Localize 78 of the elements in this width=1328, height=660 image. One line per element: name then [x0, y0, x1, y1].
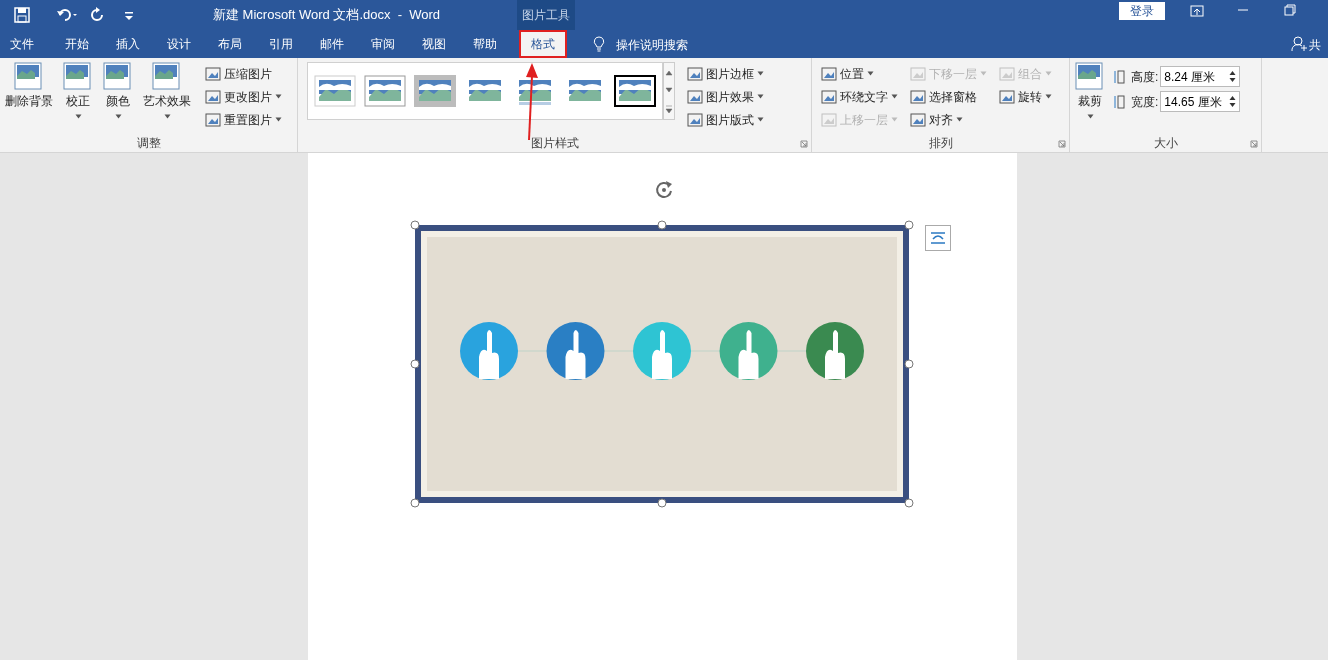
ribbon-large-button[interactable]: 裁剪 — [1073, 62, 1107, 119]
button-icon — [821, 111, 837, 128]
picture-icon — [63, 62, 93, 92]
ribbon-button[interactable]: 旋转 — [999, 85, 1052, 108]
dialog-launcher-icon[interactable] — [800, 140, 808, 148]
ribbon-tab[interactable]: 审阅 — [371, 30, 395, 58]
ribbon-tab[interactable]: 引用 — [269, 30, 293, 58]
ribbon-tab[interactable]: 开始 — [65, 30, 89, 58]
button-icon — [910, 65, 926, 82]
ribbon-display-icon[interactable] — [1190, 5, 1204, 17]
ribbon-tab[interactable]: 布局 — [218, 30, 242, 58]
picture-style-thumbnail[interactable] — [364, 75, 406, 107]
dialog-launcher-icon[interactable] — [1250, 140, 1258, 148]
share-button[interactable]: 共 — [1309, 36, 1321, 54]
ribbon-tab[interactable]: 设计 — [167, 30, 191, 58]
tell-me-search[interactable]: 操作说明搜索 — [616, 36, 688, 54]
ribbon-button[interactable]: 压缩图片 — [205, 62, 282, 85]
login-button[interactable]: 登录 — [1119, 2, 1165, 20]
field-label: 宽度: — [1131, 93, 1159, 111]
redo-icon[interactable] — [90, 7, 106, 23]
ribbon-button[interactable]: 位置 — [821, 62, 898, 85]
person-add-icon[interactable] — [1291, 36, 1307, 52]
group-label: 图片样式 — [530, 135, 579, 152]
picture-style-thumbnail[interactable] — [414, 75, 456, 107]
restore-icon[interactable] — [1284, 4, 1296, 16]
spin-arrows-icon[interactable] — [1229, 95, 1237, 108]
picture-icon — [1075, 62, 1105, 92]
field-label: 高度: — [1131, 68, 1159, 86]
ribbon-tab[interactable]: 格式 — [519, 30, 567, 58]
group-label: 调整 — [136, 135, 161, 152]
ribbon-button[interactable]: 重置图片 — [205, 108, 282, 131]
ribbon-button[interactable]: 环绕文字 — [821, 85, 898, 108]
ribbon-button[interactable]: 图片效果 — [687, 85, 764, 108]
group-label: 大小 — [1153, 135, 1178, 152]
layout-options-icon[interactable] — [924, 225, 951, 251]
customize-toolbar-icon[interactable] — [124, 9, 134, 21]
button-icon — [999, 88, 1015, 105]
button-icon — [205, 111, 221, 128]
window-title: 新建 Microsoft Word 文档.docx - Word — [213, 6, 441, 25]
button-icon — [999, 65, 1015, 82]
picture-style-thumbnail[interactable] — [614, 75, 656, 107]
button-icon — [910, 111, 926, 128]
gallery-scroll-icon[interactable] — [663, 62, 675, 120]
button-icon — [910, 88, 926, 105]
ribbon-large-button[interactable]: 删除背景 — [3, 62, 55, 110]
spin-arrows-icon[interactable] — [1229, 70, 1237, 83]
ribbon-tab[interactable]: 帮助 — [473, 30, 497, 58]
ribbon-button[interactable]: 图片版式 — [687, 108, 764, 131]
ribbon-tab[interactable]: 插入 — [116, 30, 140, 58]
ribbon-button[interactable]: 对齐 — [910, 108, 987, 131]
spin-field[interactable]: 14.65 厘米 — [1160, 91, 1241, 112]
save-icon[interactable] — [14, 7, 30, 23]
contextual-tab-label: 图片工具 — [517, 0, 575, 30]
dialog-launcher-icon[interactable] — [1058, 140, 1066, 148]
picture-icon — [103, 62, 133, 92]
ribbon-button[interactable]: 选择窗格 — [910, 85, 987, 108]
ribbon-large-button[interactable]: 校正 — [61, 62, 95, 119]
lightbulb-icon — [593, 36, 605, 52]
ribbon-large-button[interactable]: 颜色 — [101, 62, 135, 119]
spin-field[interactable]: 8.24 厘米 — [1160, 66, 1241, 87]
button-icon — [821, 88, 837, 105]
ribbon-tab[interactable]: 邮件 — [320, 30, 344, 58]
undo-icon[interactable] — [56, 7, 78, 23]
button-icon — [205, 88, 221, 105]
button-icon — [821, 65, 837, 82]
button-icon — [687, 88, 703, 105]
picture-icon — [152, 62, 182, 92]
button-icon — [687, 65, 703, 82]
button-icon — [205, 65, 221, 82]
ribbon-button[interactable]: 图片边框 — [687, 62, 764, 85]
ribbon-large-button[interactable]: 艺术效果 — [141, 62, 193, 119]
ribbon-tab[interactable]: 文件 — [10, 30, 34, 58]
picture-icon — [14, 62, 44, 92]
picture-style-thumbnail[interactable] — [314, 75, 356, 107]
group-label: 排列 — [928, 135, 953, 152]
ribbon-button[interactable]: 更改图片 — [205, 85, 282, 108]
ribbon-tab[interactable]: 视图 — [422, 30, 446, 58]
button-icon — [687, 111, 703, 128]
